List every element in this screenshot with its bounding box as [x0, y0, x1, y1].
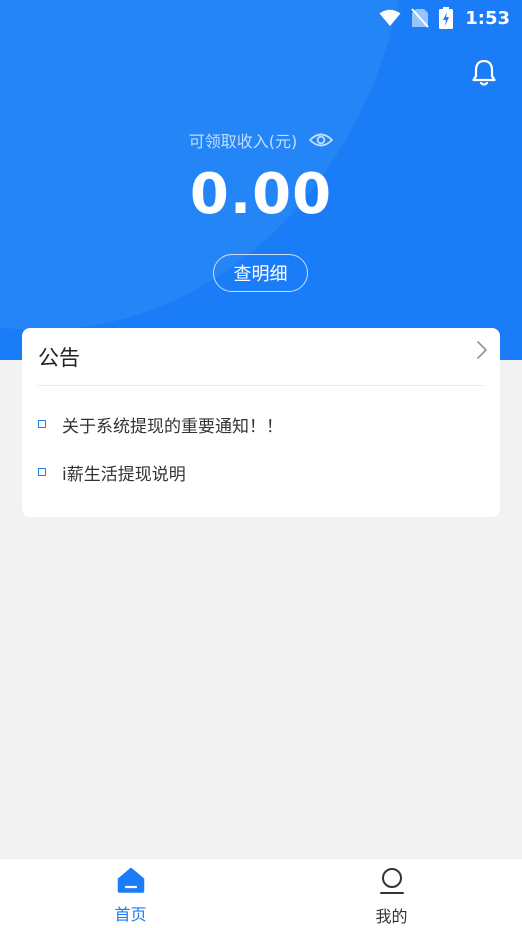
list-item[interactable]: 关于系统提现的重要通知！！ — [38, 400, 484, 448]
notice-header[interactable]: 公告 — [38, 328, 487, 386]
home-icon — [117, 867, 145, 897]
wifi-icon — [379, 9, 401, 27]
eye-icon[interactable] — [309, 131, 334, 149]
notice-card: 公告 关于系统提现的重要通知！！ i薪生活提现说明 — [22, 328, 500, 517]
notice-item-text: 关于系统提现的重要通知！！ — [62, 416, 283, 437]
balance-label: 可领取收入(元) — [188, 132, 298, 151]
nav-label-home: 首页 — [114, 905, 147, 924]
no-sim-icon — [411, 8, 429, 28]
profile-icon — [378, 867, 406, 899]
notice-title: 公告 — [38, 345, 80, 370]
list-item[interactable]: i薪生活提现说明 — [38, 448, 484, 496]
view-details-button[interactable]: 查明细 — [213, 254, 308, 292]
home-screen: 1:53 可领取收入(元) 0.00 查明细 公告 关于系统提现的重要通知！！ … — [0, 0, 522, 928]
status-time: 1:53 — [465, 7, 510, 29]
bullet-icon — [38, 468, 46, 476]
notice-item-text: i薪生活提现说明 — [62, 464, 186, 485]
nav-label-profile: 我的 — [375, 907, 408, 926]
bell-icon[interactable] — [470, 58, 498, 88]
balance-label-row: 可领取收入(元) — [0, 128, 522, 152]
bottom-nav: 首页 我的 — [0, 858, 522, 928]
bullet-icon — [38, 420, 46, 428]
notice-list: 关于系统提现的重要通知！！ i薪生活提现说明 — [38, 400, 484, 496]
chevron-right-icon[interactable] — [476, 340, 488, 364]
nav-item-home[interactable]: 首页 — [0, 859, 261, 928]
status-bar: 1:53 — [0, 0, 522, 36]
battery-charging-icon — [439, 7, 454, 29]
balance-value: 0.00 — [189, 162, 333, 227]
income-header: 1:53 可领取收入(元) 0.00 查明细 — [0, 0, 522, 360]
nav-item-profile[interactable]: 我的 — [261, 859, 522, 928]
